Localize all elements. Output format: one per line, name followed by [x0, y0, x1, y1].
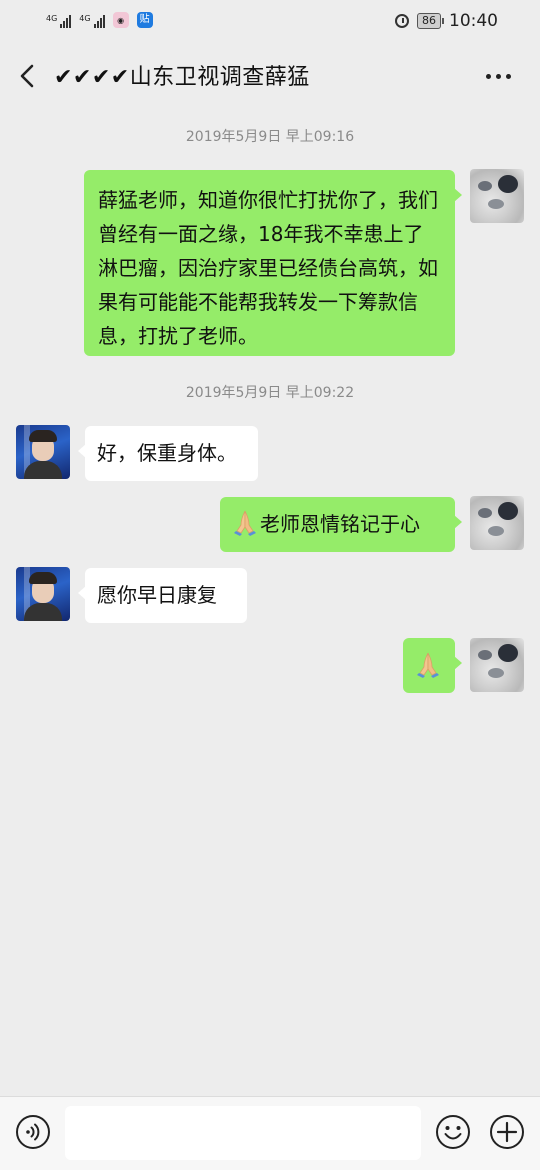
emoji-icon[interactable]	[435, 1114, 471, 1150]
message-bubble-theirs[interactable]: 好，保重身体。	[78, 426, 258, 481]
alarm-icon	[395, 14, 409, 28]
message-bubble-mine[interactable]: 薛猛老师，知道你很忙打扰你了，我们曾经有一面之缘，18年我不幸患上了淋巴瘤，因治…	[84, 170, 462, 356]
input-bar	[0, 1096, 540, 1170]
network-type-1: 4G	[46, 14, 58, 23]
signal-icon-1: 4G	[46, 14, 72, 28]
message-bubble-mine[interactable]	[403, 638, 462, 693]
battery-icon: 86	[417, 13, 444, 29]
status-bar: 4G 4G ◉ 贴 86 10:40	[0, 0, 540, 42]
message-bubble-theirs[interactable]: 愿你早日康复	[78, 568, 247, 623]
notification-app-icon: ◉	[112, 12, 129, 28]
chat-title: ✔✔✔✔山东卫视调查薛猛	[54, 65, 310, 90]
back-arrow-icon[interactable]	[14, 62, 42, 90]
status-left: 4G 4G ◉ 贴	[46, 12, 153, 28]
voice-icon[interactable]	[15, 1114, 51, 1150]
message-input[interactable]	[65, 1106, 421, 1160]
my-avatar[interactable]	[470, 496, 524, 550]
my-avatar[interactable]	[470, 638, 524, 692]
message-bubble-mine[interactable]: 老师恩情铭记于心	[220, 497, 462, 552]
plus-icon[interactable]	[489, 1114, 525, 1150]
timestamp: 2019年5月9日 早上09:22	[185, 385, 355, 401]
notification-tieba-icon: 贴	[136, 12, 153, 28]
signal-icon-2: 4G	[79, 14, 105, 28]
folded-hands-icon	[230, 507, 260, 537]
contact-avatar[interactable]	[16, 567, 70, 621]
message-text: 老师恩情铭记于心	[260, 512, 420, 536]
network-type-2: 4G	[79, 14, 91, 23]
my-avatar[interactable]	[470, 169, 524, 223]
more-dots-icon[interactable]	[486, 66, 518, 86]
chat-header: ✔✔✔✔山东卫视调查薛猛	[0, 46, 540, 106]
contact-avatar[interactable]	[16, 425, 70, 479]
clock: 10:40	[449, 11, 498, 31]
timestamp: 2019年5月9日 早上09:16	[185, 129, 355, 145]
folded-hands-icon	[413, 649, 443, 679]
status-right: 86 10:40	[395, 11, 498, 31]
